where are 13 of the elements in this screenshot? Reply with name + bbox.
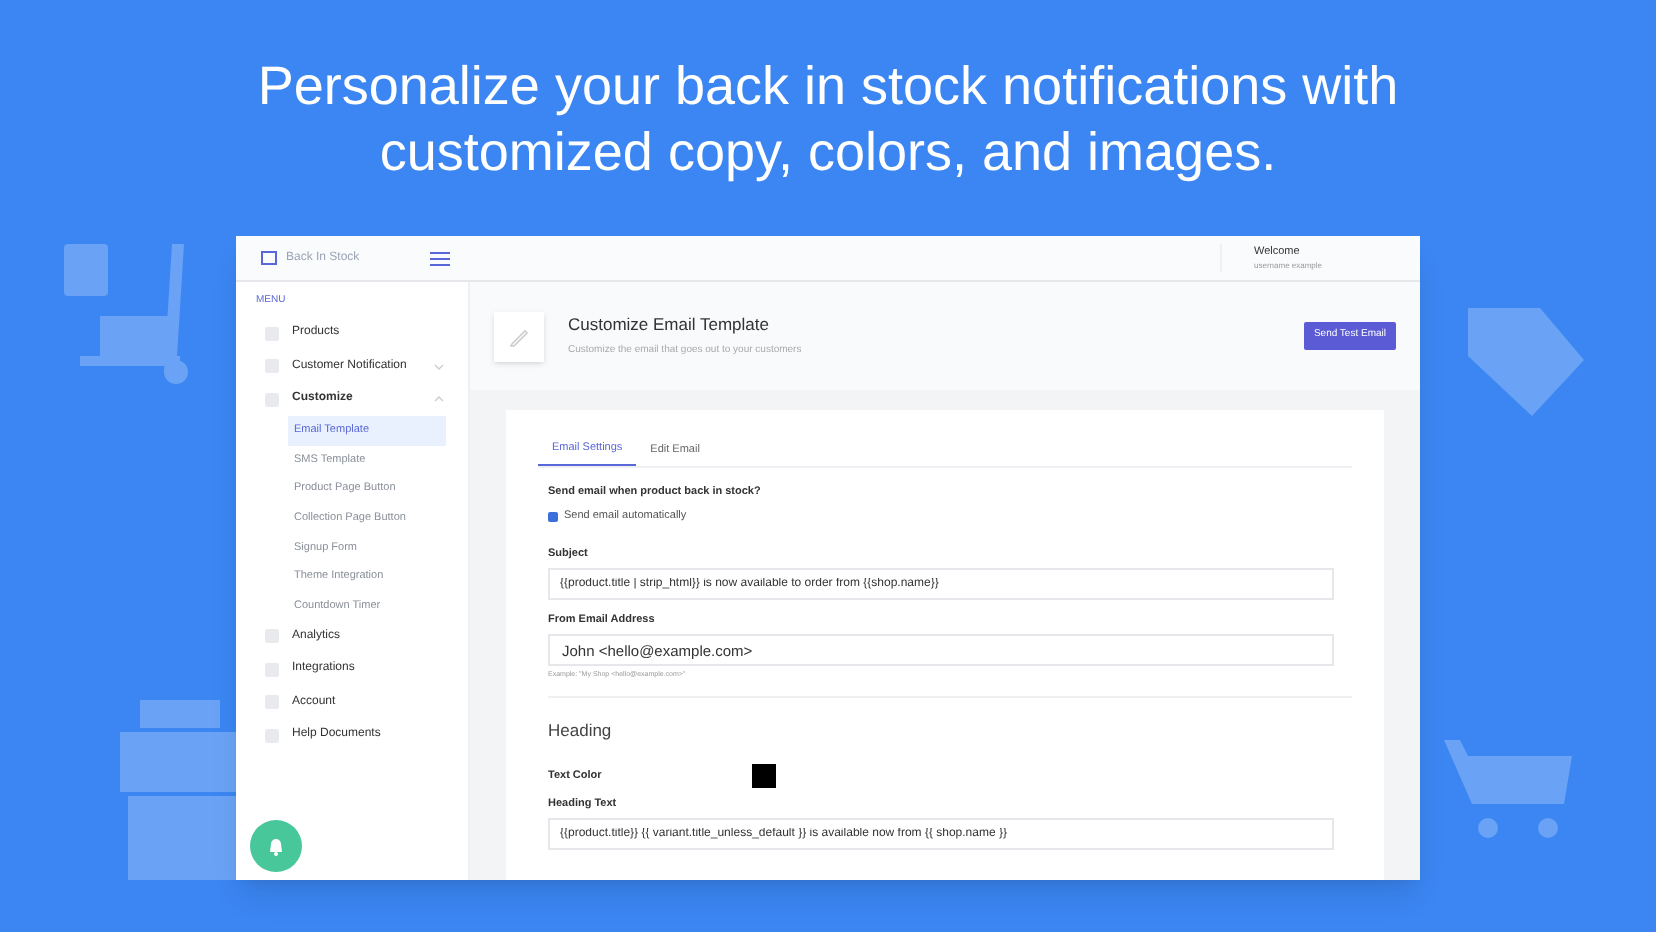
- checkbox[interactable]: [548, 511, 558, 522]
- chevron-icon[interactable]: [434, 396, 444, 403]
- shopping-cart-icon: [1444, 736, 1576, 840]
- pencil-icon: [508, 325, 530, 347]
- section-heading: Heading: [548, 718, 614, 744]
- notification-button[interactable]: [250, 820, 302, 872]
- headline: Personalize your back in stock notifications with customized copy, colors, and images.: [255, 54, 1401, 186]
- bell-icon: [268, 837, 284, 855]
- page-title: Customize Email Template: [568, 312, 771, 339]
- menu-icon[interactable]: [430, 251, 450, 265]
- box-logo-icon: [260, 250, 278, 266]
- chevron-icon[interactable]: [434, 363, 444, 370]
- color-swatch[interactable]: [752, 764, 776, 788]
